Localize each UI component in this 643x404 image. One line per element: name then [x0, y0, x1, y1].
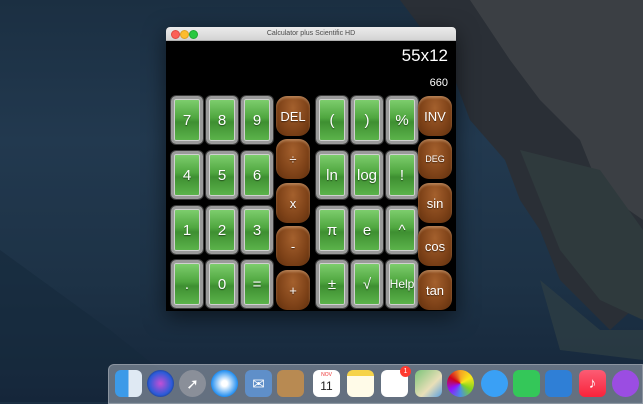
key-factorial[interactable]: ! [386, 151, 418, 199]
calendar-day: 11 [320, 379, 333, 393]
safari-icon[interactable] [211, 370, 238, 397]
calculator-window: Calculator plus Scientific HD 55x12 660 … [166, 27, 456, 311]
podcasts-icon[interactable] [612, 370, 639, 397]
maps-icon[interactable] [415, 370, 442, 397]
minus-button[interactable]: - [276, 226, 310, 266]
key-2[interactable]: 2 [206, 206, 238, 254]
result-display: 660 [429, 77, 448, 89]
keynote-icon[interactable] [545, 370, 572, 397]
key-6[interactable]: 6 [241, 151, 273, 199]
key-percent[interactable]: % [386, 96, 418, 144]
title-bar[interactable]: Calculator plus Scientific HD [166, 27, 456, 41]
maximize-button[interactable] [189, 30, 198, 39]
key-log[interactable]: log [351, 151, 383, 199]
dock: ➚ ✉ NOV 11 1 ♪ [108, 364, 643, 404]
key-9[interactable]: 9 [241, 96, 273, 144]
key-5[interactable]: 5 [206, 151, 238, 199]
contacts-icon[interactable] [277, 370, 304, 397]
tan-button[interactable]: tan [418, 270, 452, 310]
key-sqrt[interactable]: √ [351, 260, 383, 308]
delete-button[interactable]: DEL [276, 96, 310, 136]
close-button[interactable] [171, 30, 180, 39]
key-1[interactable]: 1 [171, 206, 203, 254]
plus-button[interactable]: + [276, 270, 310, 310]
inverse-button[interactable]: INV [418, 96, 452, 136]
mail-icon[interactable]: ✉ [245, 370, 272, 397]
finder-icon[interactable] [115, 370, 142, 397]
minimize-button[interactable] [180, 30, 189, 39]
window-title: Calculator plus Scientific HD [266, 30, 356, 37]
reminders-badge: 1 [400, 366, 411, 377]
calendar-month: NOV [321, 372, 332, 378]
key-plus-minus[interactable]: ± [316, 260, 348, 308]
key-ln[interactable]: ln [316, 151, 348, 199]
divide-button[interactable]: ÷ [276, 139, 310, 179]
degree-mode-button[interactable]: DEG [418, 139, 452, 179]
key-e[interactable]: e [351, 206, 383, 254]
key-left-paren[interactable]: ( [316, 96, 348, 144]
launchpad-icon[interactable]: ➚ [179, 370, 206, 397]
messages-icon[interactable] [481, 370, 508, 397]
key-pi[interactable]: π [316, 206, 348, 254]
key-3[interactable]: 3 [241, 206, 273, 254]
notes-icon[interactable] [347, 370, 374, 397]
calendar-icon[interactable]: NOV 11 [313, 370, 340, 397]
key-7[interactable]: 7 [171, 96, 203, 144]
sin-button[interactable]: sin [418, 183, 452, 223]
multiply-button[interactable]: x [276, 183, 310, 223]
key-decimal[interactable]: . [171, 260, 203, 308]
siri-icon[interactable] [147, 370, 174, 397]
key-right-paren[interactable]: ) [351, 96, 383, 144]
key-equals[interactable]: = [241, 260, 273, 308]
key-0[interactable]: 0 [206, 260, 238, 308]
photos-icon[interactable] [447, 370, 474, 397]
calculator-display: 55x12 660 [166, 41, 456, 98]
expression-display: 55x12 [401, 46, 448, 65]
key-power[interactable]: ^ [386, 206, 418, 254]
facetime-icon[interactable] [513, 370, 540, 397]
music-icon[interactable]: ♪ [579, 370, 606, 397]
help-button[interactable]: Help [386, 260, 418, 308]
reminders-icon[interactable]: 1 [381, 366, 411, 397]
cos-button[interactable]: cos [418, 226, 452, 266]
key-4[interactable]: 4 [171, 151, 203, 199]
key-8[interactable]: 8 [206, 96, 238, 144]
